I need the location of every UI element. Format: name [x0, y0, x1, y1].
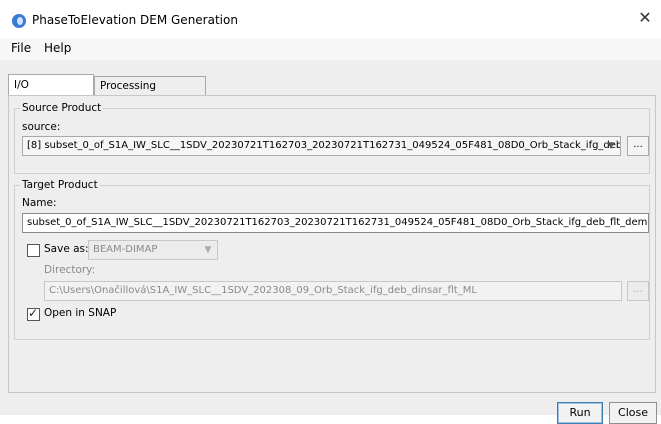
source-product-select[interactable]: [8] subset_0_of_S1A_IW_SLC__1SDV_2023072… [22, 136, 621, 156]
tab-processing-parameters[interactable]: Processing Parameters [94, 76, 206, 111]
menu-help[interactable]: Help [44, 41, 71, 55]
format-select[interactable]: BEAM-DIMAP ▼ [88, 240, 218, 260]
directory-browse-button[interactable]: ... [627, 281, 649, 301]
source-product-title: Source Product [20, 102, 104, 114]
chevron-down-icon: ▼ [607, 141, 615, 151]
save-as-checkbox[interactable] [27, 244, 40, 257]
close-button[interactable]: Close [609, 402, 657, 424]
source-browse-button[interactable]: ... [627, 136, 649, 156]
format-value: BEAM-DIMAP [93, 244, 158, 255]
directory-field[interactable]: C:\Users\Onačillová\S1A_IW_SLC__1SDV_202… [44, 281, 622, 301]
menu-bar [0, 38, 661, 60]
tab-io-parameters[interactable]: I/O Parameters [8, 74, 94, 112]
run-button[interactable]: Run [557, 402, 603, 424]
open-in-snap-checkbox[interactable] [27, 306, 40, 321]
open-in-snap-label: Open in SNAP [44, 307, 117, 319]
directory-value: C:\Users\Onačillová\S1A_IW_SLC__1SDV_202… [49, 285, 477, 296]
source-label: source: [22, 121, 61, 133]
target-name-value: subset_0_of_S1A_IW_SLC__1SDV_20230721T16… [27, 217, 648, 228]
save-as-label: Save as: [44, 243, 89, 255]
name-label: Name: [22, 197, 57, 209]
directory-label: Directory: [44, 264, 96, 276]
menu-file[interactable]: File [11, 41, 31, 55]
source-product-value: [8] subset_0_of_S1A_IW_SLC__1SDV_2023072… [27, 140, 621, 151]
target-name-field[interactable]: subset_0_of_S1A_IW_SLC__1SDV_20230721T16… [22, 213, 649, 233]
window-title: PhaseToElevation DEM Generation [32, 13, 238, 27]
close-icon[interactable]: ✕ [636, 9, 654, 27]
chevron-down-icon: ▼ [204, 245, 212, 255]
target-product-title: Target Product [20, 179, 100, 191]
snap-app-icon [12, 14, 26, 28]
